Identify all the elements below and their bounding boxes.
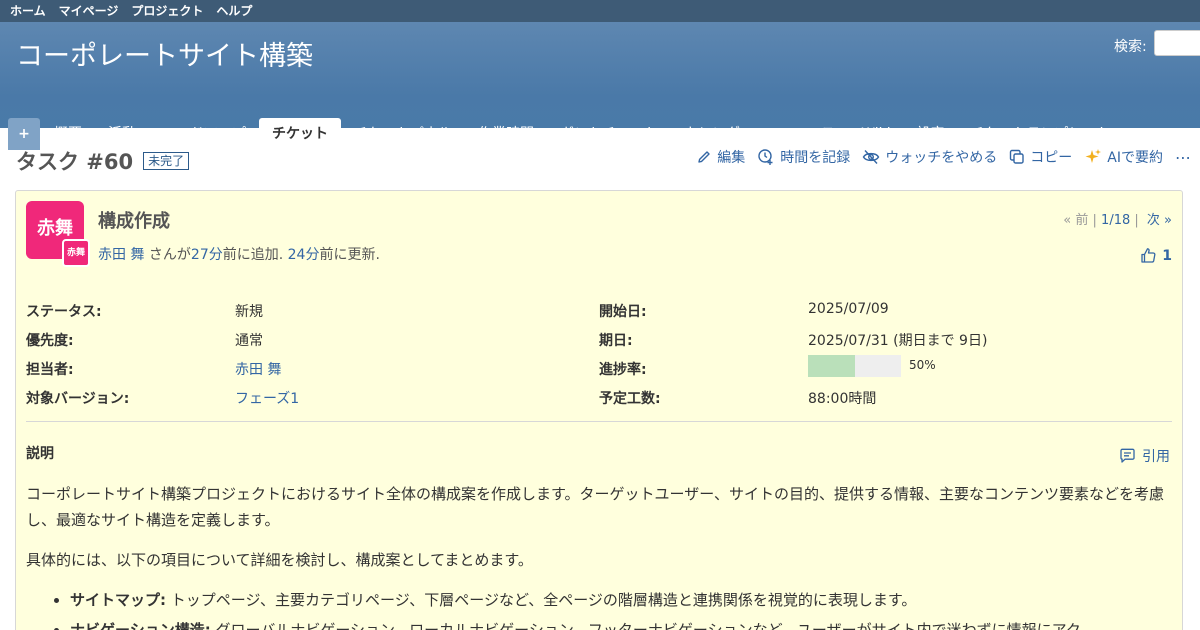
list-item: ナビゲーション構造: グローバルナビゲーション、ローカルナビゲーション、フッター… [70,617,1172,630]
list-item-text: グローバルナビゲーション、ローカルナビゲーション、フッターナビゲーションなど、ユ… [210,621,1081,630]
progress-fill [808,355,855,377]
search-label: 検索: [1114,39,1147,55]
top-menu-home[interactable]: ホーム [10,0,46,22]
tab-wiki[interactable]: Wiki [848,118,903,150]
status-label: ステータス: [26,304,102,320]
list-item-term: ナビゲーション構造: [70,621,211,630]
updated-ago-link[interactable]: 24分 [288,247,320,263]
quote-button[interactable]: 引用 [1119,446,1170,466]
top-menu-projects[interactable]: プロジェクト [131,0,203,22]
next-link[interactable]: 次 » [1147,213,1172,228]
version-link[interactable]: フェーズ1 [235,388,299,408]
issue-title: タスク #60 [16,150,134,174]
contextual-actions: 編集 時間を記録 ウォッチをやめる コピー AIで要約 ⋯ [684,147,1192,167]
tab-issue-templates[interactable]: チケットテンプレート [958,118,1124,150]
description-paragraph: コーポレートサイト構築プロジェクトにおけるサイト全体の構成案を作成します。ターゲ… [26,485,1165,529]
description-paragraph: 具体的には、以下の項目について詳細を検討し、構成案としてまとめます。 [26,551,533,569]
edit-button[interactable]: 編集 [696,147,745,167]
top-menu-help[interactable]: ヘルプ [216,0,252,22]
added-text: 前に追加. [222,247,288,263]
unwatch-label: ウォッチをやめる [885,150,998,166]
tab-gantt[interactable]: ガントチャート [547,118,671,150]
start-date-label: 開始日: [599,304,647,320]
sparkles-icon [1085,149,1102,163]
avatar-small: 赤舞 [62,239,90,267]
top-menu-my-page[interactable]: マイページ [59,0,119,22]
progress-percent: 50% [909,358,936,372]
list-item-text: トップページ、主要カテゴリページ、下層ページなど、全ページの階層構造と連携関係を… [166,591,917,609]
author-line: 赤田 舞 さんが27分前に追加. 24分前に更新. [98,244,380,264]
start-date-value: 2025/07/09 [808,301,889,317]
project-title[interactable]: コーポレートサイト構築 [16,34,313,73]
priority-label: 優先度: [26,333,74,349]
eye-off-icon [862,150,880,164]
estimate-label: 予定工数: [599,391,661,407]
like-button[interactable]: 1 [1140,247,1172,264]
due-date-value: 2025/07/31 (期日まで 9日) [808,333,988,349]
issue-details: 赤舞 赤舞 構成作成 赤田 舞 さんが27分前に追加. 24分前に更新. « 前… [15,190,1183,630]
tab-calendar[interactable]: カレンダー [671,118,767,150]
author-suffix: さんが [144,247,191,263]
author-link[interactable]: 赤田 舞 [98,247,144,263]
assignee-label: 担当者: [26,362,74,378]
prev-next-nav: « 前 | 1/18 | 次 » [1063,213,1172,228]
progress-label: 進捗率: [599,362,647,378]
copy-button[interactable]: コピー [1009,147,1072,167]
top-menu: ホーム マイページ プロジェクト ヘルプ [0,0,1200,22]
estimate-value: 88:00時間 [808,391,877,407]
search-input[interactable] [1154,30,1200,56]
description-label: 説明 [26,446,54,462]
status-value: 新規 [235,304,263,320]
tab-issues[interactable]: チケット [259,118,341,150]
comment-icon [1120,448,1135,463]
quote-label: 引用 [1142,449,1170,465]
position-link[interactable]: 1/18 [1101,213,1130,228]
unwatch-button[interactable]: ウォッチをやめる [862,147,997,167]
divider [26,421,1172,422]
tab-issue-panel[interactable]: チケットパネル [341,118,465,150]
header: コーポレートサイト構築 検索: + 概要 活動 ロードマップ チケット チケット… [0,22,1200,150]
tab-time-entries[interactable]: 作業時間 [465,118,547,150]
progress-bar [808,355,901,377]
list-item: サイトマップ: トップページ、主要カテゴリページ、下層ページなど、全ページの階層… [70,587,1172,613]
copy-label: コピー [1030,150,1073,166]
status-badge: 未完了 [143,152,190,170]
description-list: サイトマップ: トップページ、主要カテゴリページ、下層ページなど、全ページの階層… [70,587,1172,630]
ai-summary-button[interactable]: AIで要約 [1084,147,1163,167]
pencil-icon [698,151,710,163]
prev-link[interactable]: « 前 [1063,213,1088,228]
more-actions-button[interactable]: ⋯ [1175,148,1192,167]
like-count: 1 [1162,247,1172,264]
ai-summary-label: AIで要約 [1107,150,1163,166]
clock-plus-icon [758,149,773,165]
issue-subject: 構成作成 [98,211,170,232]
tab-settings[interactable]: 設定 [904,118,958,150]
added-ago-link[interactable]: 27分 [191,247,223,263]
log-time-button[interactable]: 時間を記録 [757,147,850,167]
log-time-label: 時間を記録 [780,150,851,166]
updated-text: 前に更新. [319,247,380,263]
assignee-link[interactable]: 赤田 舞 [235,359,281,379]
priority-value: 通常 [235,333,263,349]
edit-label: 編集 [717,150,746,166]
tab-news[interactable]: ニュース [767,118,848,150]
version-label: 対象バージョン: [26,391,130,407]
due-date-label: 期日: [599,333,633,349]
issue-title-row: タスク #60 未完了 [16,146,190,176]
thumbs-up-icon [1141,248,1156,263]
copy-icon [1010,149,1024,164]
list-item-term: サイトマップ: [70,591,166,609]
description-body: コーポレートサイト構築プロジェクトにおけるサイト全体の構成案を作成します。ターゲ… [26,481,1172,630]
